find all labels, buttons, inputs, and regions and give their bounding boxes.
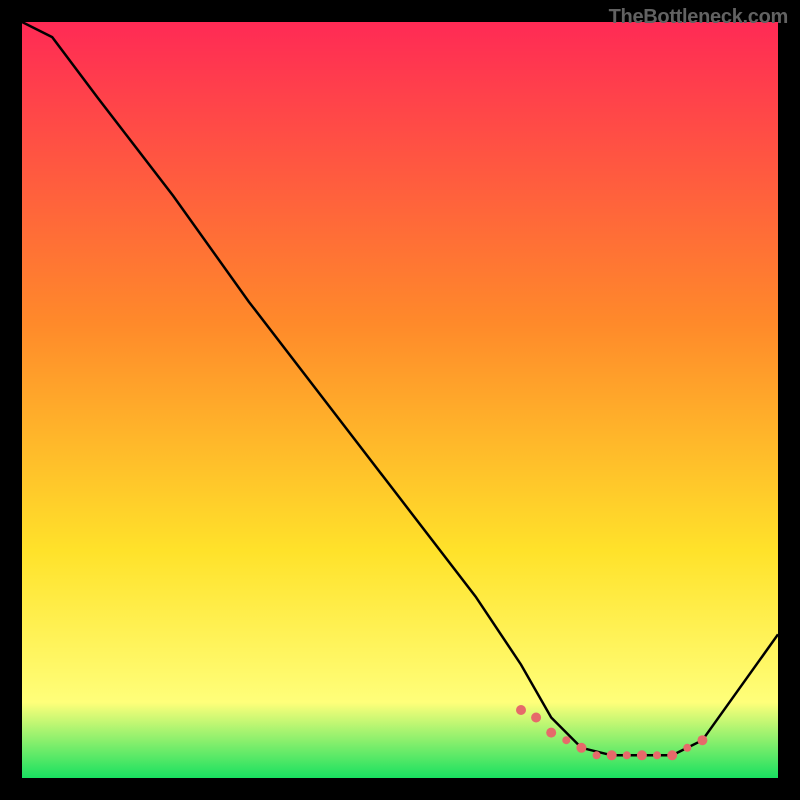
marker-point	[667, 750, 677, 760]
marker-point	[576, 743, 586, 753]
chart-container: TheBottleneck.com	[0, 0, 800, 800]
marker-point	[516, 705, 526, 715]
chart-svg	[22, 22, 778, 778]
watermark: TheBottleneck.com	[609, 6, 788, 29]
marker-point	[653, 751, 661, 759]
marker-point	[531, 713, 541, 723]
marker-point	[607, 750, 617, 760]
marker-point	[623, 751, 631, 759]
marker-point	[593, 751, 601, 759]
marker-point	[562, 736, 570, 744]
gradient-background	[22, 22, 778, 778]
marker-point	[697, 735, 707, 745]
plot-area	[22, 22, 778, 778]
marker-point	[546, 728, 556, 738]
marker-point	[637, 750, 647, 760]
marker-point	[683, 744, 691, 752]
